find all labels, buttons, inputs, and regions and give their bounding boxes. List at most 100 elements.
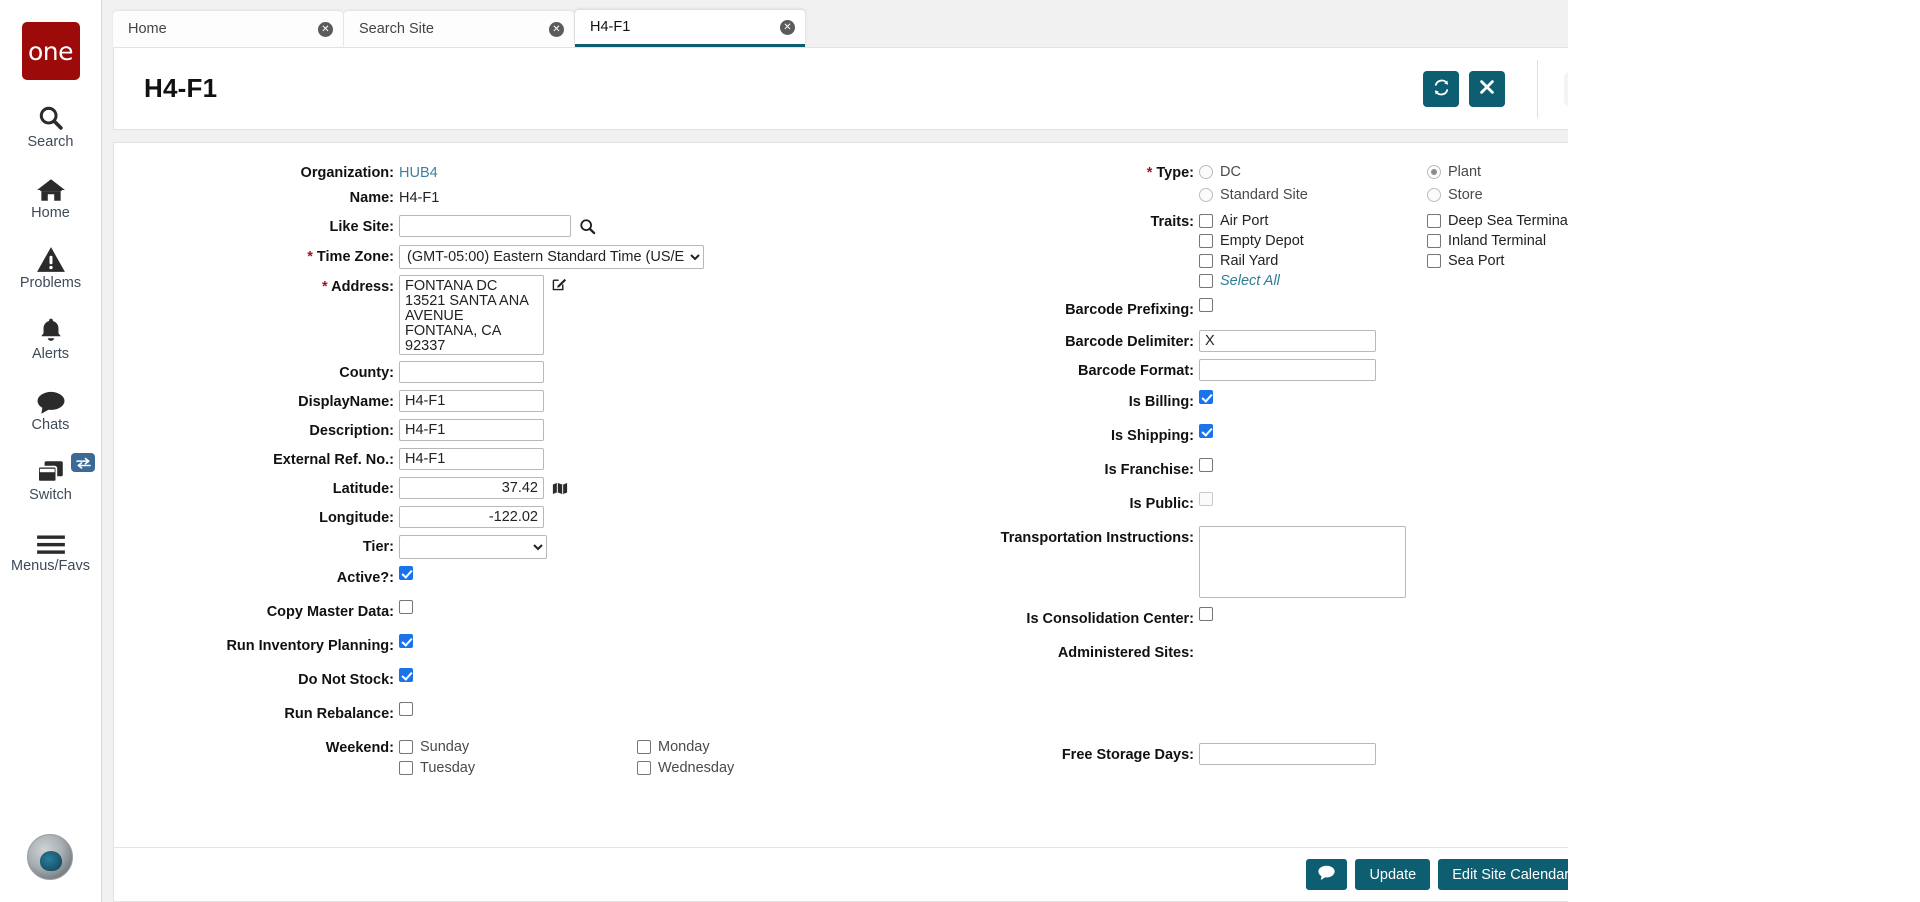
rail-item-chats[interactable]: Chats <box>0 381 101 434</box>
field-tier: Tier: <box>114 535 854 560</box>
type-option-standard-site[interactable]: Standard Site <box>1199 180 1427 203</box>
county-input[interactable] <box>399 361 544 383</box>
like-site-input[interactable] <box>399 215 571 237</box>
tier-select[interactable] <box>399 535 547 559</box>
tab-search-site[interactable]: Search Site ✕ <box>344 11 574 47</box>
display-name-input[interactable] <box>399 390 544 412</box>
label-is-shipping: Is Shipping: <box>854 424 1199 444</box>
barcode-format-input[interactable] <box>1199 359 1376 381</box>
weekend-option-wednesday[interactable]: Wednesday <box>637 755 875 776</box>
is-franchise-checkbox[interactable] <box>1199 458 1213 472</box>
tuesday-label: Tuesday <box>420 760 475 776</box>
standard-site-label: Standard Site <box>1220 187 1308 203</box>
select-all-checkbox[interactable] <box>1199 274 1213 288</box>
field-do-not-stock: Do Not Stock: <box>114 668 854 693</box>
air-port-checkbox[interactable] <box>1199 214 1213 228</box>
field-name: Name: H4-F1 <box>114 186 854 211</box>
close-icon[interactable]: ✕ <box>549 22 564 37</box>
dc-label: DC <box>1220 164 1241 180</box>
weekend-option-monday[interactable]: Monday <box>637 736 875 755</box>
active-checkbox[interactable] <box>399 566 413 580</box>
trait-option-inland-terminal[interactable]: Inland Terminal <box>1427 229 1571 249</box>
organization-link[interactable]: HUB4 <box>399 161 438 181</box>
trait-option-rail-yard[interactable]: Rail Yard <box>1199 249 1427 269</box>
store-radio[interactable] <box>1427 188 1441 202</box>
rail-item-menus-favs[interactable]: Menus/Favs <box>0 522 101 575</box>
name-value: H4-F1 <box>399 186 439 206</box>
barcode-delimiter-input[interactable] <box>1199 330 1376 352</box>
select-all-label[interactable]: Select All <box>1220 273 1280 289</box>
label-type-text: Type: <box>1156 165 1194 181</box>
refresh-button[interactable] <box>1423 71 1459 107</box>
external-ref-no-input[interactable] <box>399 448 544 470</box>
rail-item-home[interactable]: Home <box>0 169 101 222</box>
monday-checkbox[interactable] <box>637 740 651 754</box>
edit-pencil-icon[interactable] <box>552 276 567 291</box>
time-zone-select[interactable]: (GMT-05:00) Eastern Standard Time (US/Ea… <box>399 245 704 269</box>
free-storage-days-input[interactable] <box>1199 743 1376 765</box>
is-consolidation-center-checkbox[interactable] <box>1199 607 1213 621</box>
standard-site-radio[interactable] <box>1199 188 1213 202</box>
weekend-option-tuesday[interactable]: Tuesday <box>399 755 637 776</box>
close-icon[interactable]: ✕ <box>318 22 333 37</box>
label-like-site: Like Site: <box>114 215 399 235</box>
close-icon[interactable]: ✕ <box>780 20 795 35</box>
sea-port-checkbox[interactable] <box>1427 254 1441 268</box>
wednesday-checkbox[interactable] <box>637 761 651 775</box>
rail-item-search[interactable]: Search <box>0 98 101 151</box>
empty-depot-label: Empty Depot <box>1220 233 1304 249</box>
barcode-prefixing-checkbox[interactable] <box>1199 298 1213 312</box>
is-billing-checkbox[interactable] <box>1199 390 1213 404</box>
run-rebalance-checkbox[interactable] <box>399 702 413 716</box>
user-avatar[interactable] <box>27 834 73 880</box>
rail-label-switch: Switch <box>0 487 101 504</box>
sunday-checkbox[interactable] <box>399 740 413 754</box>
trait-option-air-port[interactable]: Air Port <box>1199 210 1427 229</box>
trait-option-sea-port[interactable]: Sea Port <box>1427 249 1571 269</box>
label-barcode-delimiter: Barcode Delimiter: <box>854 330 1199 350</box>
rail-item-alerts[interactable]: Alerts <box>0 310 101 363</box>
tab-label-search-site: Search Site <box>359 21 549 37</box>
dc-radio[interactable] <box>1199 165 1213 179</box>
trait-option-empty-depot[interactable]: Empty Depot <box>1199 229 1427 249</box>
close-page-button[interactable] <box>1469 71 1505 107</box>
label-longitude: Longitude: <box>114 506 399 526</box>
rail-label-home: Home <box>0 205 101 222</box>
one-network-logo[interactable]: one <box>22 22 80 80</box>
trait-option-deep-sea-terminal[interactable]: Deep Sea Terminal <box>1427 210 1571 229</box>
update-button[interactable]: Update <box>1355 859 1430 890</box>
magnifier-icon[interactable] <box>579 218 596 235</box>
is-shipping-checkbox[interactable] <box>1199 424 1213 438</box>
latitude-input[interactable] <box>399 477 544 499</box>
edit-site-calendar-button[interactable]: Edit Site Calendar <box>1438 859 1583 890</box>
inland-terminal-checkbox[interactable] <box>1427 234 1441 248</box>
tuesday-checkbox[interactable] <box>399 761 413 775</box>
rail-yard-label: Rail Yard <box>1220 253 1278 269</box>
empty-depot-checkbox[interactable] <box>1199 234 1213 248</box>
rail-item-problems[interactable]: Problems <box>0 239 101 292</box>
rail-item-switch[interactable]: Switch <box>0 451 101 504</box>
map-icon[interactable] <box>552 481 568 496</box>
type-option-dc[interactable]: DC <box>1199 161 1427 180</box>
rail-yard-checkbox[interactable] <box>1199 254 1213 268</box>
switch-toggle-badge[interactable] <box>71 453 95 472</box>
longitude-input[interactable] <box>399 506 544 528</box>
weekend-option-sunday[interactable]: Sunday <box>399 736 637 755</box>
rail-label-alerts: Alerts <box>0 346 101 363</box>
transportation-instructions-textarea[interactable] <box>1199 526 1406 598</box>
field-latitude: Latitude: <box>114 477 854 502</box>
trait-option-select-all[interactable]: Select All <box>1199 269 1427 289</box>
type-option-store[interactable]: Store <box>1427 180 1483 203</box>
type-option-plant[interactable]: Plant <box>1427 161 1483 180</box>
run-inventory-planning-checkbox[interactable] <box>399 634 413 648</box>
address-textarea[interactable]: FONTANA DC 13521 SANTA ANA AVENUE FONTAN… <box>399 275 544 355</box>
comments-button[interactable] <box>1306 859 1347 890</box>
description-input[interactable] <box>399 419 544 441</box>
plant-radio[interactable] <box>1427 165 1441 179</box>
copy-master-data-checkbox[interactable] <box>399 600 413 614</box>
tab-home[interactable]: Home ✕ <box>113 11 343 47</box>
do-not-stock-checkbox[interactable] <box>399 668 413 682</box>
deep-sea-terminal-checkbox[interactable] <box>1427 214 1441 228</box>
field-time-zone: * Time Zone: (GMT-05:00) Eastern Standar… <box>114 245 854 270</box>
tab-h4-f1[interactable]: H4-F1 ✕ <box>575 10 805 47</box>
